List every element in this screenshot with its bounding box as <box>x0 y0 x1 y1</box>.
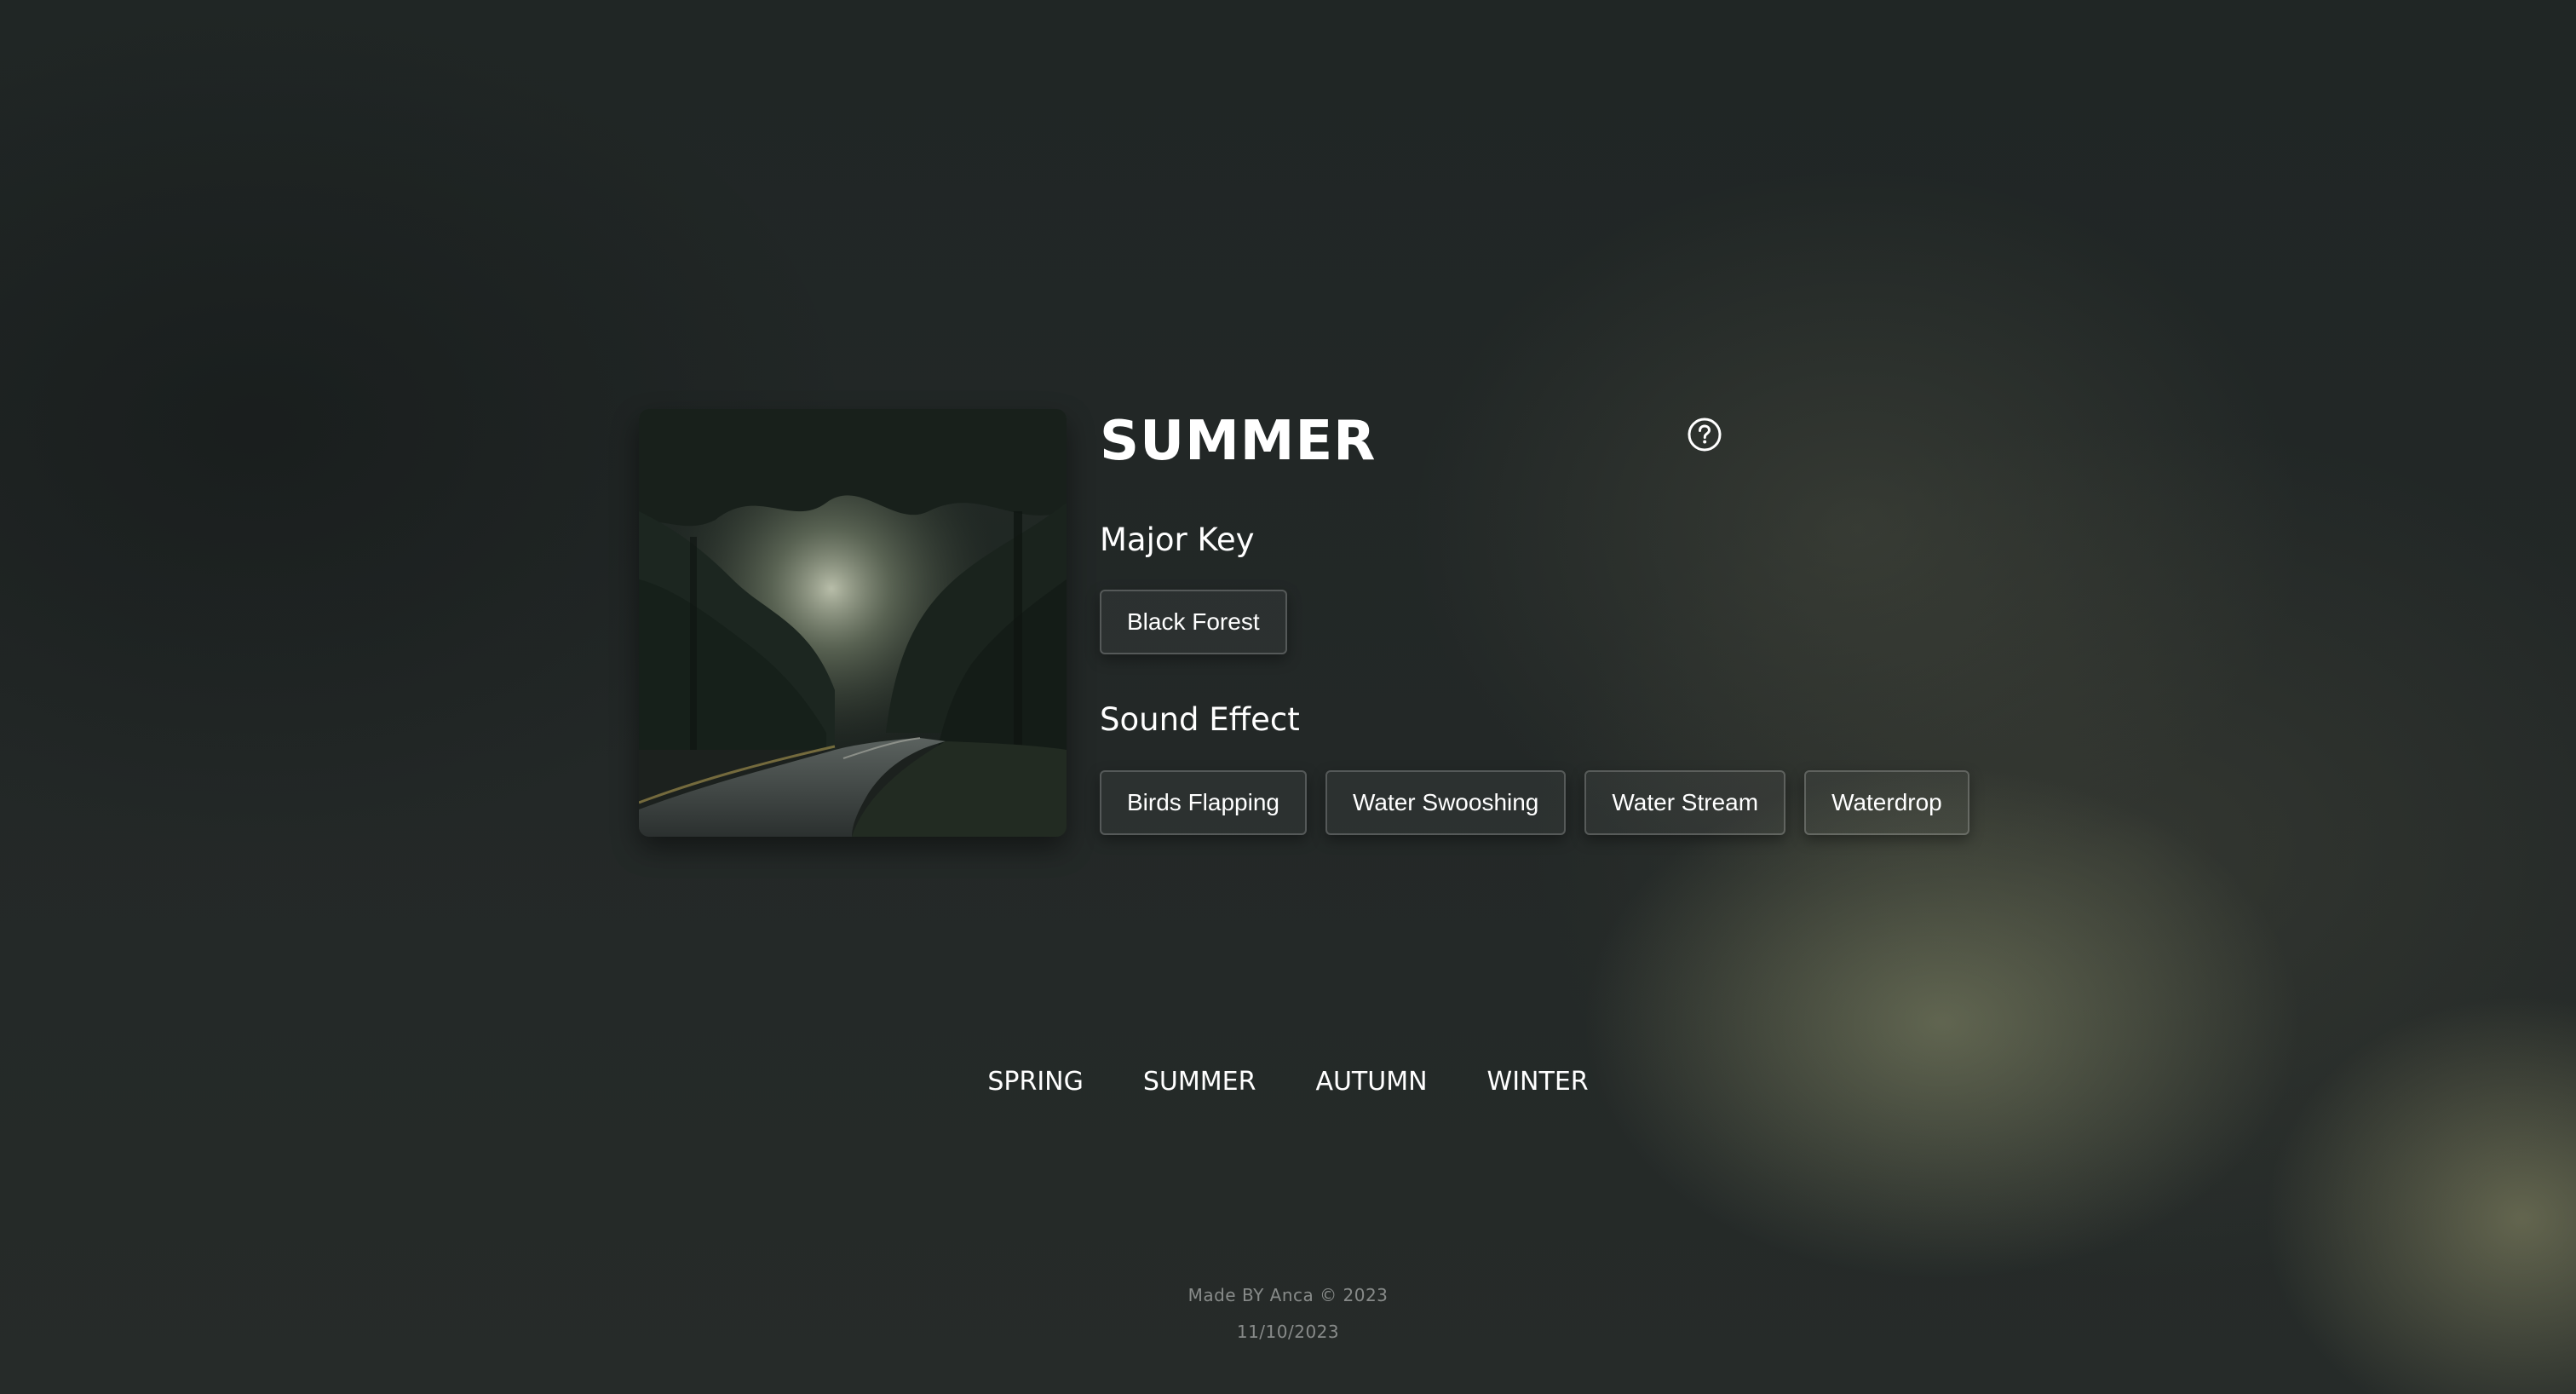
blurred-background <box>0 0 2576 1394</box>
major-key-heading: Major Key <box>1100 521 1255 558</box>
waterdrop-button[interactable]: Waterdrop <box>1804 770 1969 835</box>
sound-effect-options: Birds Flapping Water Swooshing Water Str… <box>1100 770 1969 835</box>
sound-effect-heading: Sound Effect <box>1100 701 1300 738</box>
footer-credit: Made BY Anca © 2023 <box>1187 1285 1389 1305</box>
nav-autumn[interactable]: AUTUMN <box>1315 1065 1427 1099</box>
water-stream-button[interactable]: Water Stream <box>1584 770 1786 835</box>
question-circle-icon[interactable] <box>1687 417 1722 452</box>
major-key-options: Black Forest <box>1100 590 1287 654</box>
footer-date: 11/10/2023 <box>1236 1322 1340 1342</box>
birds-flapping-button[interactable]: Birds Flapping <box>1100 770 1307 835</box>
water-swooshing-button[interactable]: Water Swooshing <box>1325 770 1567 835</box>
season-nav: SPRING SUMMER AUTUMN WINTER <box>0 1065 2576 1099</box>
nav-spring[interactable]: SPRING <box>987 1065 1084 1099</box>
season-title: SUMMER <box>1100 410 1377 473</box>
nav-winter[interactable]: WINTER <box>1487 1065 1589 1099</box>
black-forest-button[interactable]: Black Forest <box>1100 590 1287 654</box>
nav-summer[interactable]: SUMMER <box>1143 1065 1256 1099</box>
album-artwork <box>639 409 1067 837</box>
